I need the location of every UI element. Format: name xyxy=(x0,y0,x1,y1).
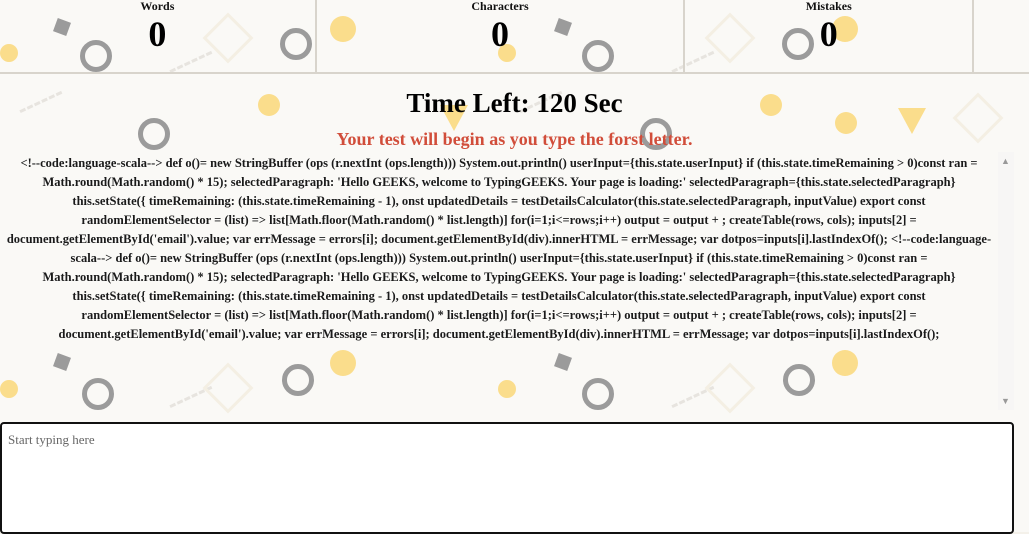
mistakes-count: 0 xyxy=(819,14,838,54)
words-stat: Words 0 xyxy=(0,0,317,72)
typing-paragraph: <!--code:language-scala--> def o()= new … xyxy=(6,156,992,341)
paragraph-scrollbar[interactable]: ▲ ▼ xyxy=(998,152,1014,410)
divider xyxy=(0,72,1029,74)
time-left-unit: Sec xyxy=(576,88,623,118)
words-label: Words xyxy=(140,0,175,13)
words-count: 0 xyxy=(148,14,167,54)
paragraph-container[interactable]: <!--code:language-scala--> def o()= new … xyxy=(0,152,998,410)
typing-input[interactable] xyxy=(0,422,1014,534)
start-notice: Your test will begin as you type the for… xyxy=(336,129,693,149)
scroll-up-icon[interactable]: ▲ xyxy=(1001,156,1010,166)
time-left-seconds: 120 xyxy=(536,88,577,118)
time-left-heading: Time Left: 120 Sec xyxy=(0,88,1029,119)
scroll-down-icon[interactable]: ▼ xyxy=(1001,396,1010,406)
characters-stat: Characters 0 xyxy=(317,0,686,72)
stats-bar: Words 0 Characters 0 Mistakes 0 xyxy=(0,0,1029,72)
stats-spacer xyxy=(974,0,1029,72)
time-left-prefix: Time Left: xyxy=(406,88,537,118)
mistakes-label: Mistakes xyxy=(805,0,852,13)
characters-count: 0 xyxy=(491,14,510,54)
characters-label: Characters xyxy=(471,0,529,13)
mistakes-stat: Mistakes 0 xyxy=(685,0,975,72)
